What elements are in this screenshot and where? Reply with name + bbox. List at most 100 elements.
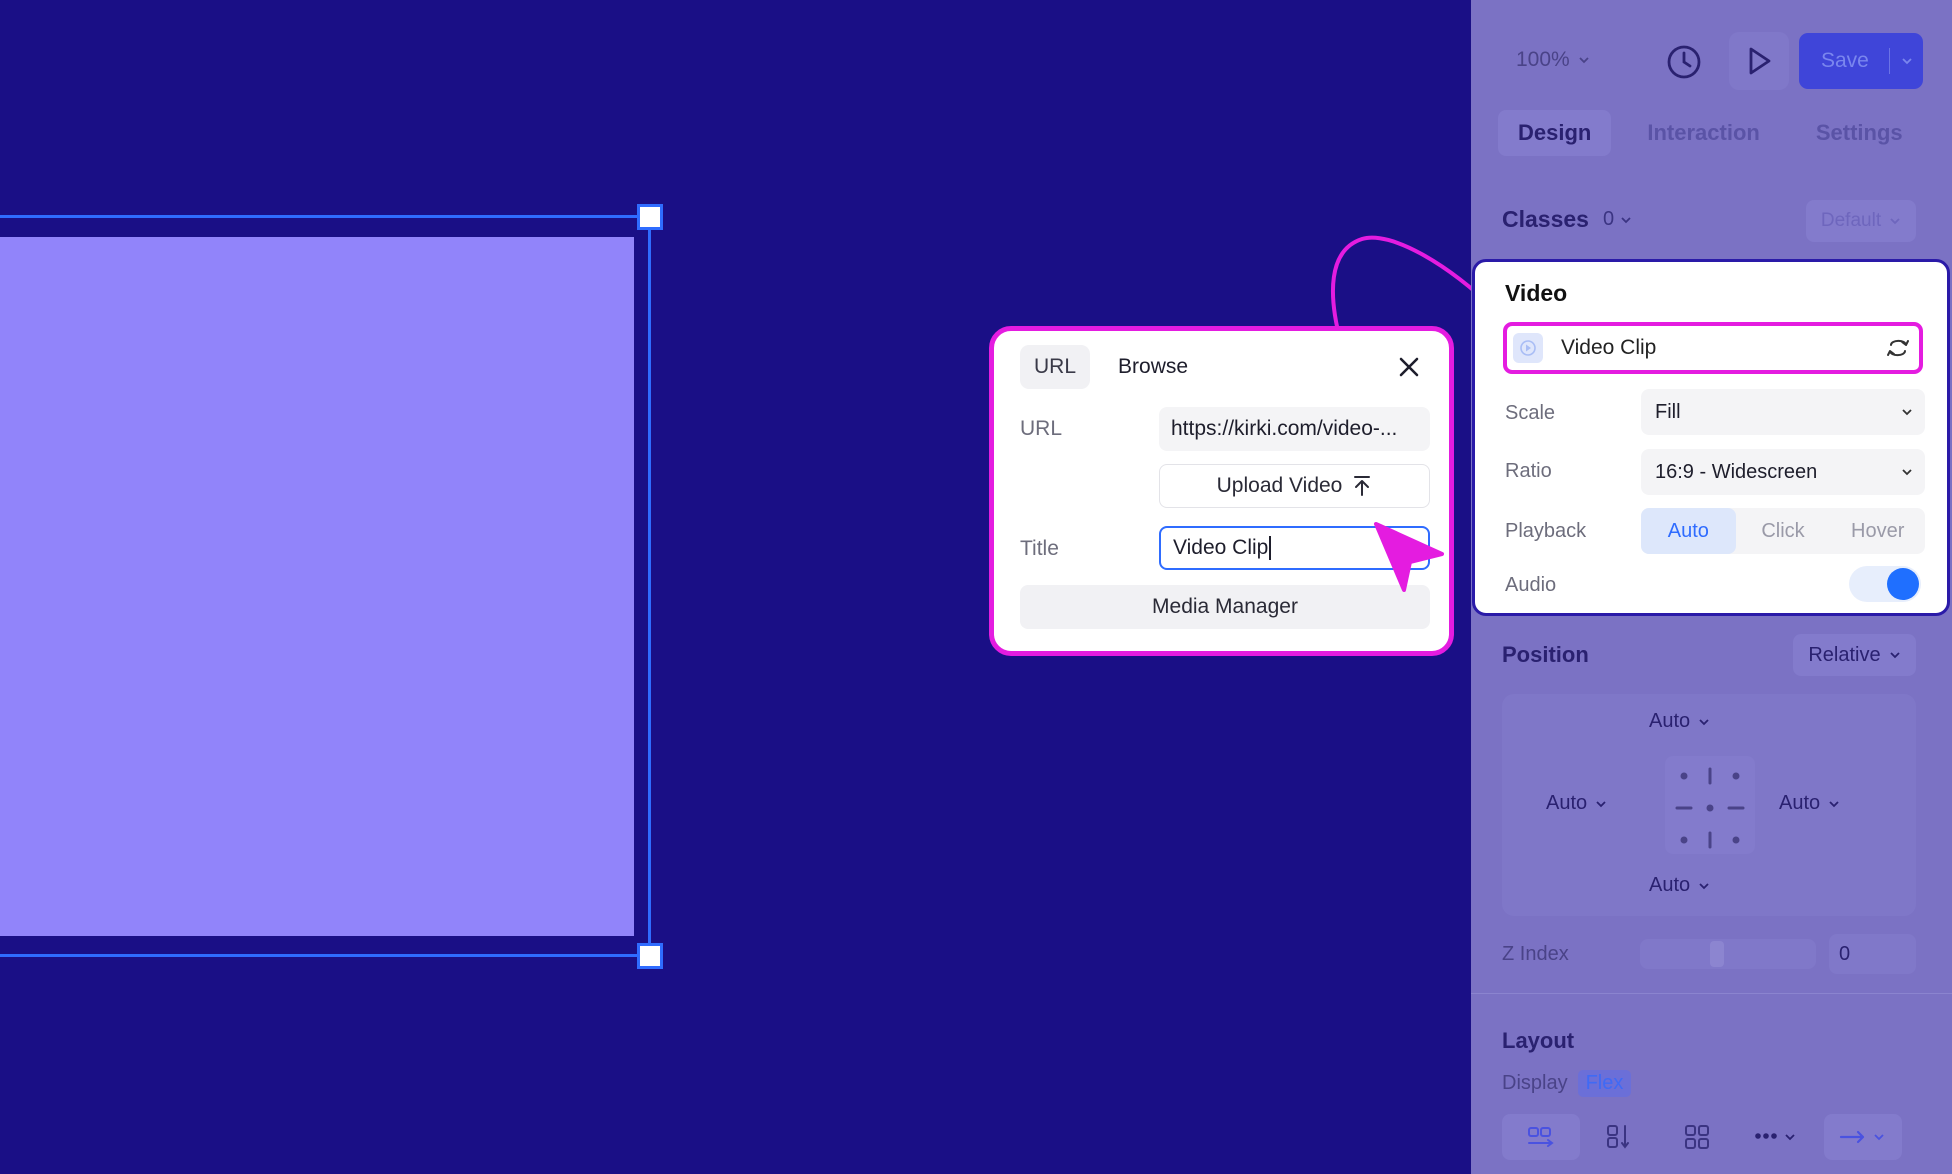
layout-toolbar	[1502, 1114, 1916, 1160]
video-element[interactable]	[0, 237, 634, 936]
anchor-grid-icon	[1675, 767, 1745, 849]
more-dots-icon	[1755, 1133, 1795, 1141]
position-offsets: Auto Auto Auto Auto	[1502, 694, 1916, 916]
zindex-slider-thumb[interactable]	[1710, 941, 1724, 967]
playback-segmented-control: Auto Click Hover	[1641, 508, 1925, 554]
scale-value: Fill	[1655, 400, 1681, 423]
upload-icon	[1354, 476, 1371, 496]
resize-handle-top-right[interactable]	[637, 204, 663, 230]
tab-interaction[interactable]: Interaction	[1627, 110, 1779, 156]
chevron-down-icon	[1902, 469, 1912, 476]
video-section-title: Video	[1505, 280, 1568, 306]
scale-dropdown[interactable]: Fill	[1641, 389, 1925, 435]
ratio-label: Ratio	[1505, 460, 1552, 482]
title-label: Title	[1020, 537, 1059, 560]
video-clip-label: Video Clip	[1561, 336, 1657, 359]
title-input-value: Video Clip	[1173, 536, 1269, 559]
chevron-down-icon	[1889, 652, 1900, 659]
position-mode-value: Relative	[1808, 643, 1881, 666]
chevron-down-icon	[1579, 57, 1589, 64]
chevron-down-icon	[1699, 882, 1709, 889]
audio-toggle-knob	[1887, 568, 1919, 600]
ratio-dropdown[interactable]: 16:9 - Widescreen	[1641, 449, 1925, 495]
url-input[interactable]: https://kirki.com/video-...	[1159, 407, 1430, 451]
panel-tabs: Design Interaction Settings	[1498, 110, 1923, 156]
video-thumbnail-icon	[1513, 333, 1543, 363]
scale-label: Scale	[1505, 402, 1556, 424]
flex-row-icon	[1528, 1127, 1554, 1147]
audio-toggle[interactable]	[1849, 566, 1921, 602]
video-clip-selector[interactable]: Video Clip	[1503, 322, 1923, 374]
save-label: Save	[1821, 49, 1869, 72]
playback-hover[interactable]: Hover	[1830, 508, 1925, 554]
zindex-input[interactable]: 0	[1829, 934, 1916, 974]
position-right-dropdown[interactable]: Auto	[1779, 792, 1840, 815]
chevron-down-icon	[1621, 216, 1631, 223]
play-icon	[1749, 47, 1771, 75]
more-display-options-button[interactable]	[1736, 1114, 1814, 1160]
position-title: Position	[1502, 642, 1589, 667]
position-bottom-value: Auto	[1649, 874, 1691, 896]
zindex-slider[interactable]	[1640, 939, 1816, 969]
ratio-value: 16:9 - Widescreen	[1655, 460, 1818, 483]
chevron-down-icon	[1890, 218, 1900, 225]
chevron-down-icon	[1829, 800, 1839, 807]
playback-auto[interactable]: Auto	[1641, 508, 1736, 554]
grid-button[interactable]	[1658, 1114, 1736, 1160]
resize-handle-bottom-right[interactable]	[637, 943, 663, 969]
position-top-value: Auto	[1649, 710, 1691, 732]
chevron-down-icon	[1902, 409, 1912, 416]
upload-video-button[interactable]: Upload Video	[1159, 464, 1430, 508]
arrow-right-icon	[1839, 1130, 1884, 1144]
tab-url[interactable]: URL	[1020, 345, 1091, 389]
class-state-dropdown[interactable]: Default	[1806, 200, 1916, 242]
url-label: URL	[1020, 417, 1063, 440]
display-row: Display Flex	[1502, 1070, 1632, 1097]
chevron-down-icon	[1901, 58, 1912, 65]
zindex-label: Z Index	[1502, 943, 1569, 965]
playback-label: Playback	[1505, 520, 1587, 542]
section-divider	[1471, 993, 1952, 994]
chevron-down-icon	[1596, 800, 1606, 807]
zoom-value: 100%	[1516, 48, 1570, 71]
close-icon[interactable]	[1395, 353, 1423, 381]
panel-toolbar: 100% Save	[1471, 0, 1952, 125]
media-manager-button[interactable]: Media Manager	[1020, 585, 1430, 629]
layout-title: Layout	[1502, 1028, 1575, 1053]
save-button[interactable]: Save	[1799, 33, 1923, 89]
display-value-badge[interactable]: Flex	[1577, 1070, 1632, 1097]
classes-title: Classes	[1502, 206, 1589, 232]
video-settings-card: Video Video Clip Scale Fill Ratio 16:9 -…	[1472, 259, 1950, 616]
flex-column-button[interactable]	[1580, 1114, 1658, 1160]
video-source-popup: URL Browse URL https://kirki.com/video-.…	[989, 326, 1454, 656]
position-left-dropdown[interactable]: Auto	[1546, 792, 1607, 815]
classes-row: Classes 0	[1502, 206, 1632, 233]
text-caret	[1269, 536, 1272, 561]
playback-click[interactable]: Click	[1736, 508, 1831, 554]
tab-browse[interactable]: Browse	[1104, 345, 1202, 389]
audio-label: Audio	[1505, 574, 1557, 596]
position-anchor-grid[interactable]	[1665, 756, 1755, 854]
chevron-down-icon	[1699, 718, 1709, 725]
position-bottom-dropdown[interactable]: Auto	[1649, 874, 1710, 897]
grid-icon	[1685, 1125, 1709, 1149]
flex-column-icon	[1607, 1125, 1629, 1149]
position-right-value: Auto	[1779, 792, 1821, 814]
tab-design[interactable]: Design	[1498, 110, 1612, 156]
replace-icon[interactable]	[1883, 333, 1913, 363]
zoom-dropdown[interactable]: 100%	[1516, 48, 1590, 72]
position-top-dropdown[interactable]: Auto	[1649, 710, 1710, 733]
position-mode-dropdown[interactable]: Relative	[1793, 634, 1916, 676]
save-options-button[interactable]	[1890, 57, 1923, 65]
upload-video-label: Upload Video	[1216, 474, 1343, 497]
classes-count-dropdown[interactable]: 0	[1603, 208, 1632, 231]
class-state-value: Default	[1820, 210, 1882, 231]
position-left-value: Auto	[1546, 792, 1588, 814]
display-label: Display	[1502, 1072, 1568, 1094]
direction-dropdown[interactable]	[1824, 1114, 1902, 1160]
flex-row-button[interactable]	[1502, 1114, 1580, 1160]
classes-count: 0	[1602, 208, 1615, 230]
preview-button[interactable]	[1729, 32, 1789, 90]
history-icon[interactable]	[1664, 42, 1704, 82]
tab-settings[interactable]: Settings	[1796, 110, 1923, 156]
